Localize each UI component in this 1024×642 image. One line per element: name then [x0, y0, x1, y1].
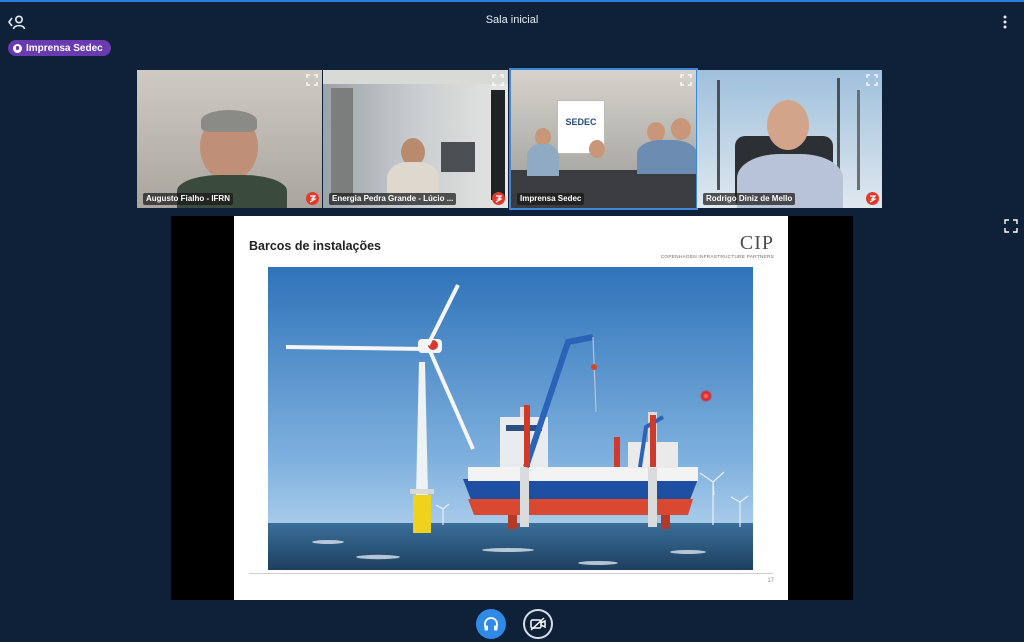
slide-footer-line — [249, 573, 773, 574]
muted-icon — [306, 192, 319, 205]
participant-tile-active[interactable]: SEDEC Imprensa Sedec — [509, 68, 698, 210]
slide-title: Barcos de instalações — [249, 239, 382, 253]
offshore-wind-vessel-image — [268, 267, 753, 570]
audio-button[interactable] — [476, 609, 506, 639]
fullscreen-icon[interactable] — [306, 73, 318, 86]
top-accent-bar — [0, 0, 1024, 2]
video-button[interactable] — [523, 609, 553, 639]
participant-name: Augusto Fialho - IFRN — [143, 193, 233, 205]
muted-icon — [866, 192, 879, 205]
presentation-slide: Barcos de instalações CIP COPENHAGEN INF… — [234, 216, 788, 600]
headphones-icon — [484, 617, 498, 631]
cip-logo: CIP COPENHAGEN INFRASTRUCTURE PARTNERS — [660, 232, 774, 260]
options-menu-button[interactable] — [1000, 12, 1010, 32]
slide-page-number: 17 — [767, 578, 774, 584]
participant-tile[interactable]: Augusto Fialho - IFRN — [137, 70, 322, 208]
muted-icon — [492, 192, 505, 205]
microphone-icon — [13, 43, 22, 53]
presenter-pointer — [700, 390, 712, 402]
camera-off-icon — [530, 617, 546, 631]
more-vertical-icon — [1003, 15, 1007, 29]
fullscreen-icon[interactable] — [866, 73, 878, 86]
fullscreen-icon[interactable] — [492, 73, 504, 86]
participant-tile[interactable]: Energia Pedra Grande - Lúcio ... — [323, 70, 508, 208]
presenter-label: Imprensa Sedec — [26, 42, 103, 54]
participant-name: Imprensa Sedec — [517, 193, 585, 205]
participant-name: Energia Pedra Grande - Lúcio ... — [329, 193, 457, 205]
presenter-badge[interactable]: Imprensa Sedec — [8, 40, 111, 56]
fullscreen-icon[interactable] — [1004, 219, 1018, 233]
participant-tile[interactable]: Rodrigo Diniz de Mello — [697, 70, 882, 208]
participant-face — [767, 100, 809, 150]
fullscreen-icon[interactable] — [680, 73, 692, 86]
participant-name: Rodrigo Diniz de Mello — [703, 193, 796, 205]
slide-photo — [268, 267, 753, 570]
room-title: Sala inicial — [485, 14, 539, 26]
